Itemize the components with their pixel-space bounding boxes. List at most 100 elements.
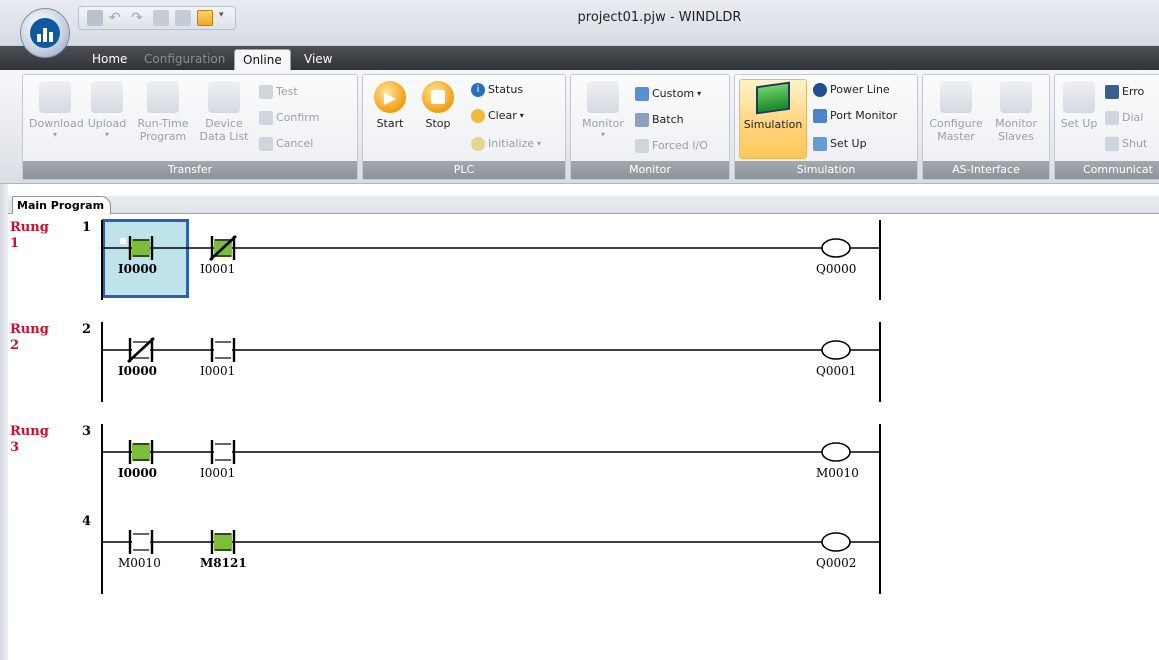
port-monitor-button[interactable]: Port Monitor bbox=[813, 107, 897, 125]
configure-master-icon bbox=[940, 81, 972, 113]
output-coil bbox=[821, 442, 851, 462]
batch-monitor-button[interactable]: Batch bbox=[635, 111, 684, 129]
contact-operand: I0001 bbox=[200, 364, 236, 378]
runtime-program-button[interactable]: Run-Time Program bbox=[133, 79, 193, 159]
group-label-as-interface: AS-Interface bbox=[923, 161, 1049, 179]
contact-operand: I0001 bbox=[200, 466, 236, 480]
test-icon bbox=[259, 85, 273, 99]
group-label-simulation: Simulation bbox=[735, 161, 917, 179]
output-coil bbox=[821, 238, 851, 258]
normally-open-contact bbox=[214, 443, 232, 461]
group-label-monitor: Monitor bbox=[571, 161, 729, 179]
set-up-communication-button[interactable]: Set Up bbox=[1057, 79, 1101, 159]
normally-open-contact bbox=[214, 341, 232, 359]
configure-master-button[interactable]: Configure Master bbox=[927, 79, 985, 159]
dial-button[interactable]: Dial bbox=[1105, 109, 1143, 127]
ribbon-tab-row: Home Configuration Online View bbox=[0, 46, 1159, 70]
tab-configuration[interactable]: Configuration bbox=[136, 49, 233, 70]
monitor-icon bbox=[587, 81, 619, 113]
chevron-down-icon: ▾ bbox=[537, 139, 542, 148]
normally-open-contact bbox=[132, 443, 150, 461]
confirm-icon bbox=[259, 111, 273, 125]
stop-icon bbox=[422, 81, 454, 113]
document-tab-bar: Main Program bbox=[0, 184, 1159, 215]
stop-button[interactable]: Stop bbox=[415, 79, 461, 159]
dial-icon bbox=[1105, 111, 1119, 125]
normally-open-contact bbox=[132, 533, 150, 551]
line-number: 4 bbox=[82, 514, 92, 529]
app-logo-icon bbox=[30, 18, 60, 48]
tab-view[interactable]: View bbox=[296, 49, 340, 70]
tab-home[interactable]: Home bbox=[84, 49, 135, 70]
custom-monitor-button[interactable]: Custom ▾ bbox=[635, 85, 701, 103]
forced-io-button[interactable]: Forced I/O bbox=[635, 137, 708, 155]
ladder-diagram bbox=[101, 220, 881, 594]
group-label-transfer: Transfer bbox=[23, 161, 357, 179]
cancel-icon bbox=[259, 137, 273, 151]
download-button[interactable]: Download ▾ bbox=[29, 79, 84, 159]
coil-operand: M0010 bbox=[816, 466, 859, 480]
chevron-down-icon: ▾ bbox=[697, 89, 702, 98]
contact-operand: I0000 bbox=[118, 364, 158, 378]
shut-button[interactable]: Shut bbox=[1105, 135, 1147, 153]
monitor-slaves-icon bbox=[1000, 81, 1032, 113]
group-monitor: Monitor ▾ Custom ▾ Batch Forced I/O Monit… bbox=[570, 74, 730, 180]
download-icon bbox=[39, 81, 71, 113]
tab-online[interactable]: Online bbox=[234, 49, 291, 70]
forced-io-icon bbox=[635, 139, 649, 153]
rung-number: 3 bbox=[10, 440, 20, 455]
tab-strip-background bbox=[6, 196, 1159, 214]
line-number: 3 bbox=[82, 424, 92, 439]
window-title: project01.pjw - WINDLDR bbox=[577, 10, 742, 25]
coil-operand: Q0002 bbox=[816, 556, 857, 570]
contact-operand: M8121 bbox=[200, 556, 247, 570]
tab-main-program[interactable]: Main Program bbox=[12, 196, 112, 215]
monitor-slaves-button[interactable]: Monitor Slaves bbox=[987, 79, 1045, 159]
group-as-interface: Configure Master Monitor Slaves AS-Inter… bbox=[922, 74, 1050, 180]
error-button[interactable]: Erro bbox=[1105, 83, 1144, 101]
monitor-button[interactable]: Monitor ▾ bbox=[575, 79, 631, 159]
power-line-button[interactable]: Power Line bbox=[813, 81, 890, 99]
ladder-editor[interactable]: Rung 1 1 I0000 I0001 Q0000 Rung 2 2 I0000 I0001 Q00… bbox=[8, 214, 1159, 660]
output-coil bbox=[821, 340, 851, 360]
start-button[interactable]: ▶ Start bbox=[367, 79, 413, 159]
contact-operand: I0001 bbox=[200, 262, 236, 276]
rung-label: Rung bbox=[10, 220, 49, 235]
runtime-program-icon bbox=[147, 81, 179, 113]
windldr-window: ↶ ↷ ▾ project01.pjw - WINDLDR Home Confi… bbox=[0, 0, 1159, 660]
cancel-button[interactable]: Cancel bbox=[259, 135, 313, 153]
list-icon bbox=[635, 113, 649, 127]
output-coil bbox=[821, 532, 851, 552]
rung-label: Rung bbox=[10, 322, 49, 337]
power-icon bbox=[813, 83, 827, 97]
error-icon bbox=[1105, 85, 1119, 99]
contact-operand: M0010 bbox=[118, 556, 161, 570]
chevron-down-icon: ▾ bbox=[104, 130, 109, 139]
clear-icon bbox=[471, 109, 485, 123]
device-data-list-button[interactable]: Device Data List bbox=[195, 79, 253, 159]
simulation-button[interactable]: Simulation bbox=[739, 79, 807, 159]
upload-button[interactable]: Upload ▾ bbox=[85, 79, 129, 159]
status-button[interactable]: i Status bbox=[471, 81, 523, 99]
initialize-button[interactable]: Initialize ▾ bbox=[471, 135, 541, 153]
group-simulation: Simulation Power Line Port Monitor Set U… bbox=[734, 74, 918, 180]
chevron-down-icon: ▾ bbox=[519, 111, 524, 120]
group-transfer: Download ▾ Upload ▾ Run-Time Program Dev… bbox=[22, 74, 358, 180]
clear-button[interactable]: Clear ▾ bbox=[471, 107, 524, 125]
test-button[interactable]: Test bbox=[259, 83, 298, 101]
contact-operand: I0000 bbox=[118, 262, 158, 276]
line-number: 1 bbox=[82, 220, 92, 235]
shut-icon bbox=[1105, 137, 1119, 151]
normally-open-contact bbox=[214, 533, 232, 551]
rung-number: 2 bbox=[10, 338, 20, 353]
upload-icon bbox=[91, 81, 123, 113]
application-button[interactable] bbox=[20, 8, 70, 58]
confirm-button[interactable]: Confirm bbox=[259, 109, 319, 127]
left-margin-bar bbox=[0, 184, 8, 660]
simulation-monitor-icon bbox=[756, 81, 790, 115]
table-icon bbox=[635, 87, 649, 101]
set-up-simulation-button[interactable]: Set Up bbox=[813, 135, 867, 153]
group-label-communication: Communicat bbox=[1055, 161, 1159, 179]
play-icon: ▶ bbox=[374, 81, 406, 113]
title-bar: ↶ ↷ ▾ project01.pjw - WINDLDR bbox=[0, 0, 1159, 46]
